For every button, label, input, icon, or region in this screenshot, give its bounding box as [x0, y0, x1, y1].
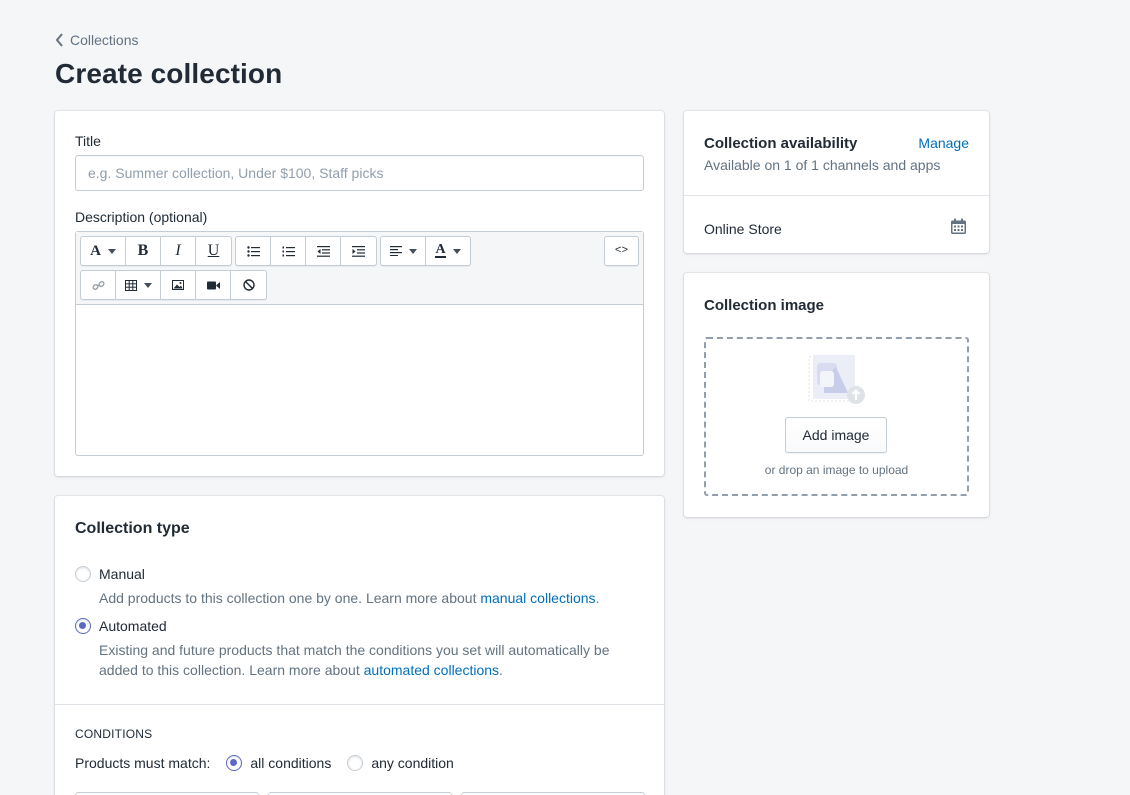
- manual-help-suffix: .: [595, 590, 600, 606]
- title-label: Title: [75, 133, 101, 149]
- automated-radio-label: Automated: [99, 618, 167, 634]
- match-all-label: all conditions: [250, 755, 332, 771]
- align-color-group: A: [380, 236, 471, 266]
- automated-help-text: Existing and future products that match …: [99, 640, 639, 680]
- text-format-dropdown[interactable]: A: [81, 237, 126, 265]
- collection-availability-card: Collection availability Manage Available…: [684, 111, 989, 253]
- numbered-list-button[interactable]: [271, 237, 306, 265]
- editor-toolbar: A B I U A <>: [76, 232, 643, 305]
- match-all-radio[interactable]: [226, 755, 243, 771]
- collection-type-heading: Collection type: [75, 520, 190, 537]
- outdent-icon: [316, 245, 330, 257]
- video-icon: [206, 281, 220, 289]
- match-label: Products must match:: [75, 755, 211, 771]
- automated-radio-option[interactable]: Automated: [75, 618, 167, 634]
- insert-image-button[interactable]: [161, 271, 196, 299]
- font-icon: A: [90, 242, 101, 259]
- link-icon: [91, 280, 105, 290]
- match-all-option[interactable]: all conditions: [226, 755, 331, 771]
- insert-table-dropdown[interactable]: [116, 271, 161, 299]
- conditions-heading: CONDITIONS: [75, 727, 153, 741]
- image-icon: [172, 280, 184, 290]
- insert-video-button[interactable]: [196, 271, 231, 299]
- availability-divider: [684, 195, 989, 196]
- description-label: Description (optional): [75, 209, 208, 225]
- manual-radio-label: Manual: [99, 566, 145, 582]
- underline-icon: U: [207, 242, 220, 259]
- chevron-down-icon: [143, 282, 152, 288]
- manual-radio[interactable]: [75, 566, 91, 582]
- manual-radio-option[interactable]: Manual: [75, 566, 145, 582]
- italic-icon: I: [175, 242, 181, 259]
- drop-hint-text: or drop an image to upload: [764, 463, 909, 477]
- text-color-icon: A: [435, 242, 446, 258]
- insert-group: [80, 270, 267, 300]
- collection-image-title: Collection image: [704, 297, 825, 314]
- general-info-card: Title Description (optional) A B I U: [55, 111, 664, 476]
- numbered-list-icon: [282, 246, 295, 256]
- automated-radio[interactable]: [75, 618, 91, 634]
- collection-type-card: Collection type Manual Add products to t…: [55, 496, 664, 795]
- table-icon: [124, 279, 137, 291]
- match-any-radio[interactable]: [347, 755, 364, 771]
- show-html-button[interactable]: <>: [605, 237, 638, 265]
- insert-link-button[interactable]: [81, 271, 116, 299]
- code-icon: <>: [614, 245, 629, 257]
- chevron-down-icon: [452, 248, 461, 254]
- clear-formatting-button[interactable]: [231, 271, 266, 299]
- list-group: [235, 236, 377, 266]
- text-color-dropdown[interactable]: A: [426, 237, 470, 265]
- chevron-left-icon: [55, 33, 63, 47]
- manage-link[interactable]: Manage: [918, 135, 969, 151]
- bullet-list-icon: [246, 245, 260, 257]
- italic-button[interactable]: I: [161, 237, 196, 265]
- automated-help-prefix: Existing and future products that match …: [99, 642, 610, 678]
- availability-subtitle: Available on 1 of 1 channels and apps: [704, 157, 941, 173]
- bold-icon: B: [137, 242, 149, 259]
- manual-help-prefix: Add products to this collection one by o…: [99, 590, 481, 606]
- bullet-list-button[interactable]: [236, 237, 271, 265]
- add-image-button[interactable]: Add image: [785, 417, 887, 453]
- format-group: A B I U: [80, 236, 232, 266]
- outdent-button[interactable]: [306, 237, 341, 265]
- bold-button[interactable]: B: [126, 237, 161, 265]
- clear-formatting-icon: [242, 279, 255, 291]
- rich-text-editor: A B I U A <>: [75, 231, 644, 456]
- automated-collections-link[interactable]: automated collections: [364, 662, 499, 678]
- indent-icon: [352, 245, 365, 257]
- collection-image-card: Collection image Add image or drop an im…: [684, 273, 989, 517]
- html-group: <>: [604, 236, 639, 266]
- channel-online-store: Online Store: [704, 221, 782, 237]
- section-divider: [55, 704, 664, 705]
- manual-help-text: Add products to this collection one by o…: [99, 588, 639, 608]
- breadcrumb-back-link[interactable]: Collections: [55, 32, 138, 48]
- chevron-down-icon: [107, 248, 116, 254]
- indent-button[interactable]: [341, 237, 376, 265]
- chevron-down-icon: [408, 248, 417, 254]
- match-any-label: any condition: [371, 755, 454, 771]
- align-left-icon: [389, 246, 402, 256]
- automated-help-suffix: .: [499, 662, 503, 678]
- match-any-option[interactable]: any condition: [347, 755, 454, 771]
- image-dropzone[interactable]: Add image or drop an image to upload: [704, 337, 969, 496]
- page-title: Create collection: [55, 58, 283, 89]
- description-editor-body[interactable]: [76, 305, 643, 455]
- underline-button[interactable]: U: [196, 237, 231, 265]
- align-dropdown[interactable]: [381, 237, 426, 265]
- manual-collections-link[interactable]: manual collections: [480, 590, 595, 606]
- match-row: Products must match: all conditions any …: [75, 755, 454, 771]
- image-upload-illustration-icon: [808, 355, 865, 404]
- calendar-icon[interactable]: [950, 218, 967, 235]
- availability-title: Collection availability: [704, 135, 858, 152]
- breadcrumb-label: Collections: [70, 32, 139, 48]
- title-input[interactable]: [75, 155, 644, 191]
